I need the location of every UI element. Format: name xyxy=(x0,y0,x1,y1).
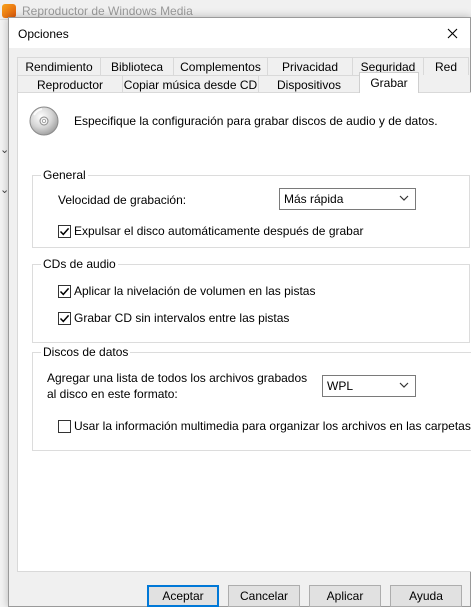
gapless-checkbox-row[interactable]: Grabar CD sin intervalos entre las pista… xyxy=(58,311,289,325)
tab-privacidad[interactable]: Privacidad xyxy=(267,57,353,75)
playlist-label-line1: Agregar una lista de todos los archivos … xyxy=(47,371,308,385)
tab-rendimiento[interactable]: Rendimiento xyxy=(17,57,101,75)
eject-checkbox[interactable] xyxy=(58,224,71,238)
eject-label: Expulsar el disco automáticamente despué… xyxy=(74,224,364,238)
background-window-title: Reproductor de Windows Media xyxy=(22,4,193,18)
speed-dropdown[interactable]: Más rápida xyxy=(279,188,416,210)
ok-button[interactable]: Aceptar xyxy=(147,585,219,607)
tab-reproductor[interactable]: Reproductor xyxy=(17,75,123,93)
playlist-label-line2: al disco en este formato: xyxy=(47,387,178,401)
media-info-checkbox[interactable] xyxy=(58,419,71,433)
volume-leveling-label: Aplicar la nivelación de volumen en las … xyxy=(74,284,316,298)
gapless-label: Grabar CD sin intervalos entre las pista… xyxy=(74,311,290,325)
tab-red[interactable]: Red xyxy=(423,57,469,75)
tab-row-bottom: Reproductor Copiar música desde CD Dispo… xyxy=(17,72,419,93)
tab-copiar-musica[interactable]: Copiar música desde CD xyxy=(122,75,259,93)
checkmark-icon xyxy=(59,227,70,236)
playlist-format-dropdown[interactable]: WPL xyxy=(322,375,416,397)
close-button[interactable] xyxy=(434,18,470,48)
playlist-format-value: WPL xyxy=(327,379,354,393)
chevron-down-icon xyxy=(399,382,409,388)
panel-description: Especifique la configuración para grabar… xyxy=(74,114,438,128)
volume-leveling-checkbox-row[interactable]: Aplicar la nivelación de volumen en las … xyxy=(58,284,315,298)
media-info-checkbox-row[interactable]: Usar la información multimedia para orga… xyxy=(58,419,471,433)
audio-cd-group: CDs de audio Aplicar la nivelación de vo… xyxy=(32,257,470,343)
chevron-down-icon xyxy=(399,195,409,201)
media-info-label: Usar la información multimedia para orga… xyxy=(74,419,471,433)
gapless-checkbox[interactable] xyxy=(58,311,71,325)
media-player-app-icon xyxy=(2,4,16,18)
volume-leveling-checkbox[interactable] xyxy=(58,284,71,298)
speed-dropdown-value: Más rápida xyxy=(284,192,344,206)
apply-button[interactable]: Aplicar xyxy=(309,585,381,607)
checkmark-icon xyxy=(59,287,70,296)
data-disc-group-title: Discos de datos xyxy=(41,345,131,359)
grabar-tab-panel: Especifique la configuración para grabar… xyxy=(17,92,471,572)
tab-complementos[interactable]: Complementos xyxy=(173,57,268,75)
close-icon xyxy=(447,28,457,38)
general-group: General Velocidad de grabación: Más rápi… xyxy=(32,168,470,248)
general-group-title: General xyxy=(41,168,88,182)
dialog-titlebar: Opciones xyxy=(9,18,470,48)
cancel-button[interactable]: Cancelar xyxy=(228,585,300,607)
cd-icon xyxy=(29,106,59,136)
dialog-title: Opciones xyxy=(18,27,69,41)
checkmark-icon xyxy=(59,314,70,323)
data-disc-group: Discos de datos Agregar una lista de tod… xyxy=(32,345,471,451)
panel-header: Especifique la configuración para grabar… xyxy=(28,105,438,137)
tab-biblioteca[interactable]: Biblioteca xyxy=(100,57,174,75)
tab-grabar[interactable]: Grabar xyxy=(359,72,419,93)
options-dialog: Opciones Rendimiento Biblioteca Compleme… xyxy=(8,17,471,607)
tab-dispositivos[interactable]: Dispositivos xyxy=(258,75,360,93)
speed-label: Velocidad de grabación: xyxy=(58,193,187,207)
help-button[interactable]: Ayuda xyxy=(390,585,462,607)
audio-cd-group-title: CDs de audio xyxy=(41,257,118,271)
eject-checkbox-row[interactable]: Expulsar el disco automáticamente despué… xyxy=(58,224,364,238)
